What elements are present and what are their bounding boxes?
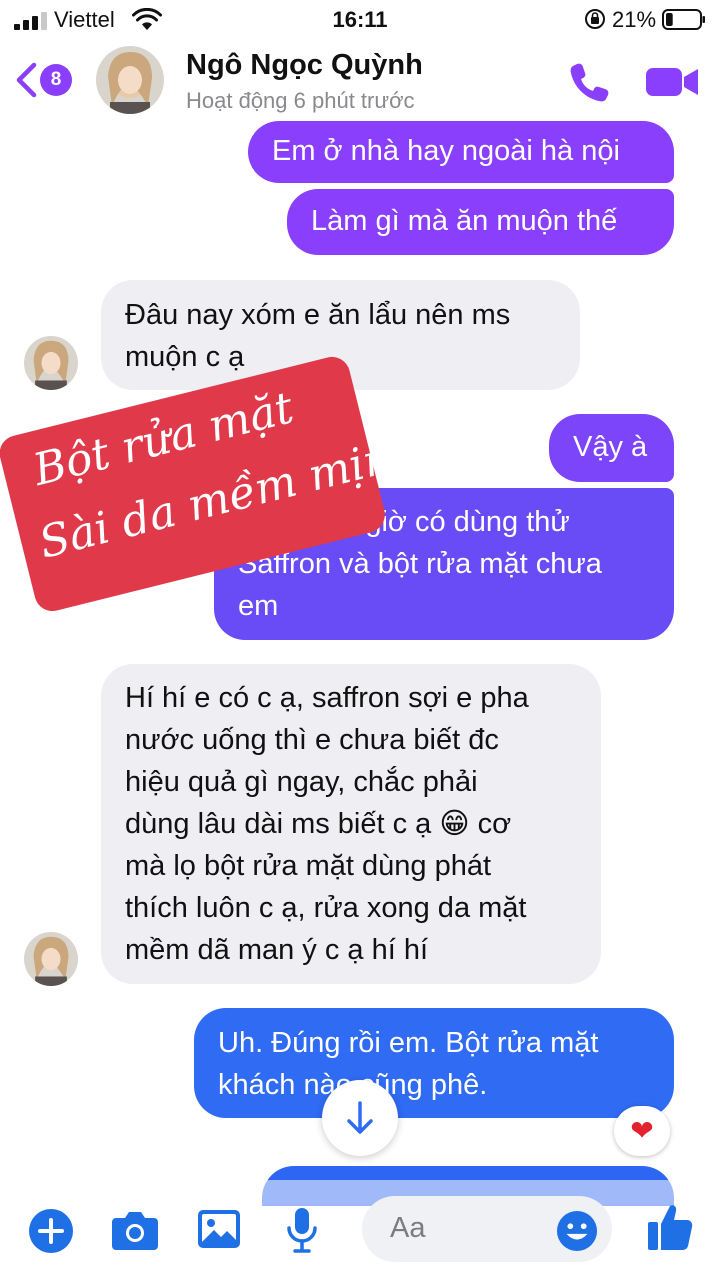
microphone-icon[interactable]	[286, 1206, 318, 1254]
message-text: mềm dã man ý c ạ hí hí	[125, 934, 429, 966]
message-text: Em ở nhà hay ngoài hà nội	[272, 135, 620, 167]
video-camera-icon[interactable]	[644, 62, 700, 102]
message-input-placeholder: Aa	[390, 1212, 426, 1244]
message-text: mà lọ bột rửa mặt dùng phát	[125, 850, 492, 882]
arrow-down-icon	[347, 1101, 373, 1134]
status-bar: Viettel 16:11 21%	[0, 0, 720, 40]
message-text: Hí hí e có c ạ, saffron sợi e pha	[125, 682, 529, 714]
contact-activity-status: Hoạt động 6 phút trước	[186, 88, 415, 113]
message-text: dùng lâu dài ms biết c ạ 😁 cơ	[125, 808, 512, 840]
message-text: Đâu nay xóm e ăn lẩu nên ms	[125, 299, 511, 331]
message-bubble-incoming[interactable]: Hí hí e có c ạ, saffron sợi e pha nước u…	[101, 664, 601, 984]
message-text: Uh. Đúng rồi em. Bột rửa mặt	[218, 1027, 599, 1059]
message-text: hiệu quả gì ngay, chắc phải	[125, 766, 478, 798]
plus-icon[interactable]	[28, 1208, 74, 1254]
chat-header: 8 Ngô Ngọc Quỳnh Hoạt động 6 phút trước	[0, 40, 720, 122]
contact-avatar[interactable]	[96, 46, 164, 114]
contact-name[interactable]: Ngô Ngọc Quỳnh	[186, 49, 423, 82]
message-text: thích luôn c ạ, rửa xong da mặt	[125, 892, 527, 924]
message-bubble-outgoing[interactable]: Vậy à	[549, 414, 674, 482]
back-button[interactable]: 8	[14, 58, 78, 102]
back-chevron-icon	[16, 62, 37, 98]
sender-avatar[interactable]	[24, 336, 78, 390]
scroll-to-bottom-button[interactable]	[322, 1080, 398, 1156]
message-bubble-outgoing[interactable]: Làm gì mà ăn muộn thế	[287, 189, 674, 255]
heart-reaction[interactable]: ❤	[614, 1106, 670, 1156]
phone-icon[interactable]	[568, 60, 612, 104]
image-icon[interactable]	[196, 1208, 242, 1250]
message-composer: Aa	[0, 1180, 720, 1280]
emoji-icon[interactable]	[556, 1210, 598, 1252]
camera-icon[interactable]	[110, 1208, 160, 1252]
message-bubble-outgoing[interactable]: Em ở nhà hay ngoài hà nội	[248, 121, 674, 183]
message-text: Làm gì mà ăn muộn thế	[311, 205, 618, 237]
message-text: Vậy à	[573, 431, 648, 463]
battery-percent: 21%	[612, 7, 657, 32]
message-text: nước uống thì e chưa biết đc	[125, 724, 499, 756]
thumbs-up-icon[interactable]	[646, 1202, 694, 1252]
message-text: em	[238, 590, 279, 622]
unread-count-badge: 8	[40, 64, 72, 96]
message-bubble-outgoing[interactable]: Uh. Đúng rồi em. Bột rửa mặt khách nào c…	[194, 1008, 674, 1118]
battery-icon	[662, 9, 705, 30]
sender-avatar[interactable]	[24, 932, 78, 986]
orientation-lock-icon	[585, 9, 605, 29]
message-text: khách nào cũng phê.	[218, 1069, 488, 1101]
